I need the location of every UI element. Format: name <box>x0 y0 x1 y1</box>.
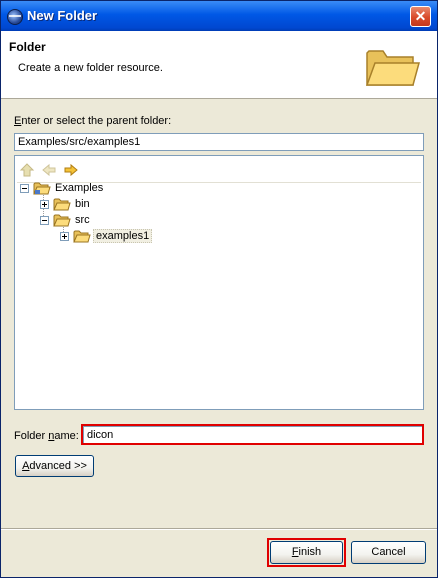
folder-icon <box>53 198 71 211</box>
cancel-button[interactable]: Cancel <box>351 541 426 564</box>
parent-folder-input[interactable]: Examples/src/examples1 <box>14 133 424 151</box>
finish-button[interactable]: Finish <box>270 541 343 564</box>
folder-name-label: Folder name: <box>14 430 79 442</box>
folder-icon <box>73 230 91 243</box>
back-arrow-icon[interactable] <box>41 162 57 178</box>
page-description: Create a new folder resource. <box>18 62 163 74</box>
tree-node-label: Examples <box>55 182 104 194</box>
parent-folder-label: Enter or select the parent folder: <box>14 115 172 127</box>
tree-node-examples1[interactable]: examples1 <box>59 229 239 245</box>
forward-arrow-icon[interactable] <box>63 162 79 178</box>
title-bar[interactable]: New Folder ✕ <box>1 1 437 31</box>
expand-icon[interactable] <box>60 232 69 241</box>
eclipse-icon <box>7 9 23 25</box>
folder-icon <box>53 214 71 227</box>
advanced-button[interactable]: Advanced >> <box>15 455 94 477</box>
folder-tree[interactable]: Examples bin src examples1 <box>14 155 424 410</box>
folder-icon <box>365 50 420 86</box>
new-folder-dialog: New Folder ✕ Folder Create a new folder … <box>0 0 438 578</box>
tree-node-bin[interactable]: bin <box>39 197 219 213</box>
collapse-icon[interactable] <box>40 216 49 225</box>
tree-node-label: examples1 <box>93 229 153 243</box>
tree-node-label: bin <box>75 198 90 210</box>
tree-node-src[interactable]: src <box>39 213 219 229</box>
close-icon[interactable]: ✕ <box>410 6 431 27</box>
tree-node-label: src <box>75 214 90 226</box>
page-title: Folder <box>9 40 46 54</box>
home-icon[interactable] <box>19 162 35 178</box>
expand-icon[interactable] <box>40 200 49 209</box>
dialog-header: Folder Create a new folder resource. <box>1 31 437 99</box>
folder-name-input[interactable]: dicon <box>83 426 423 444</box>
window-title: New Folder <box>27 8 98 23</box>
footer-divider <box>1 528 437 530</box>
collapse-icon[interactable] <box>20 184 29 193</box>
tree-node-examples[interactable]: Examples <box>19 181 219 197</box>
project-folder-icon <box>33 182 51 195</box>
